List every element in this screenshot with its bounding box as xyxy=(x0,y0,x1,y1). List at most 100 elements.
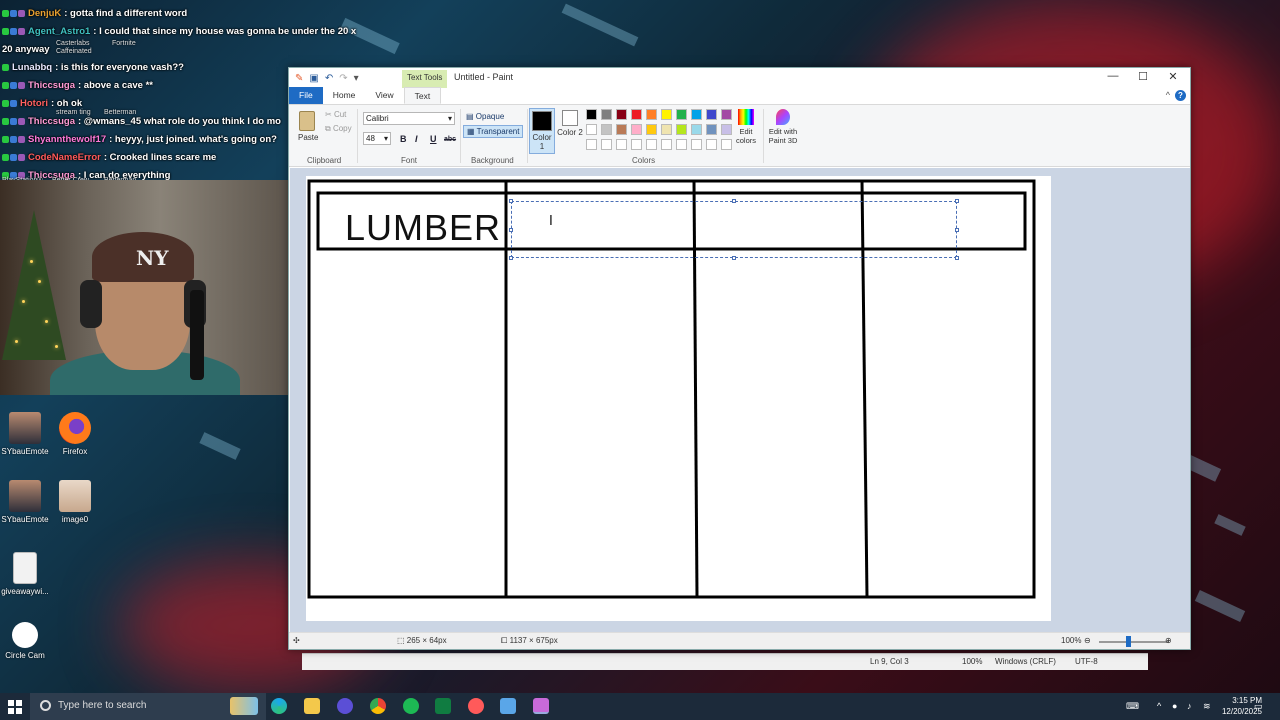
chevron-up-icon[interactable]: ^ xyxy=(1157,701,1167,711)
palette-swatch[interactable] xyxy=(706,124,717,135)
chat-username: Thiccsuga xyxy=(28,79,75,91)
palette-swatch[interactable] xyxy=(586,109,597,120)
palette-swatch[interactable] xyxy=(646,109,657,120)
desktop-icon-giveaway[interactable]: giveawaywi... xyxy=(0,552,54,596)
paint-taskbar-icon[interactable] xyxy=(533,698,549,714)
keyboard-icon[interactable]: ⌨ xyxy=(1126,701,1139,711)
opaque-option[interactable]: ▤ Opaque xyxy=(463,111,507,122)
customize-toolbar-icon[interactable]: ▾ xyxy=(354,73,359,84)
tab-file[interactable]: File xyxy=(289,87,323,104)
search-icon xyxy=(40,700,51,711)
minimize-button[interactable]: — xyxy=(1098,70,1128,86)
palette-swatch[interactable] xyxy=(601,139,612,150)
edit-colors-button[interactable]: Edit colors xyxy=(732,109,760,145)
redo-icon[interactable]: ↷ xyxy=(339,73,347,84)
palette-swatch[interactable] xyxy=(691,109,702,120)
ny-logo-icon: NY xyxy=(136,246,169,270)
chat-username: Thiccsuga xyxy=(28,169,75,181)
zoom-out-button[interactable]: ⊖ xyxy=(1084,636,1091,645)
palette-swatch[interactable] xyxy=(721,124,732,135)
cut-button[interactable]: ✂ Cut xyxy=(325,110,346,119)
close-button[interactable]: ✕ xyxy=(1158,70,1188,86)
tab-home[interactable]: Home xyxy=(323,87,366,104)
zoom-slider-thumb[interactable] xyxy=(1126,636,1131,647)
maximize-button[interactable]: ☐ xyxy=(1128,70,1158,86)
desktop-icon-firefox[interactable]: Firefox xyxy=(46,412,104,456)
color2-label: Color 2 xyxy=(557,128,583,137)
paste-icon[interactable] xyxy=(299,111,315,131)
palette-swatch[interactable] xyxy=(631,124,642,135)
palette-swatch[interactable] xyxy=(661,139,672,150)
palette-swatch[interactable] xyxy=(706,139,717,150)
palette-swatch[interactable] xyxy=(631,109,642,120)
mic-tray-icon[interactable]: ● xyxy=(1172,701,1182,711)
palette-swatch[interactable] xyxy=(721,139,732,150)
palette-swatch[interactable] xyxy=(691,139,702,150)
palette-swatch[interactable] xyxy=(676,124,687,135)
undo-icon[interactable]: ↶ xyxy=(325,73,333,84)
zoom-in-button[interactable]: ⊕ xyxy=(1165,636,1172,645)
palette-swatch[interactable] xyxy=(676,139,687,150)
tab-text[interactable]: Text xyxy=(403,87,442,104)
save-icon[interactable]: ▣ xyxy=(309,73,318,84)
desktop-icon-image0[interactable]: image0 xyxy=(46,480,104,524)
desktop-icon-label: image0 xyxy=(61,515,89,524)
help-icon[interactable]: ? xyxy=(1175,90,1186,101)
tab-view[interactable]: View xyxy=(365,87,403,104)
zoom-slider[interactable] xyxy=(1099,641,1169,643)
color2-button[interactable]: Color 2 xyxy=(557,108,583,137)
text-input-box[interactable] xyxy=(509,199,959,260)
notification-icon[interactable]: ▭ xyxy=(1254,701,1264,711)
palette-swatch[interactable] xyxy=(601,109,612,120)
drawing-canvas[interactable]: LUMBER I xyxy=(306,176,1051,621)
palette-swatch[interactable] xyxy=(691,124,702,135)
palette-swatch[interactable] xyxy=(676,109,687,120)
palette-swatch[interactable] xyxy=(646,124,657,135)
palette-swatch[interactable] xyxy=(586,124,597,135)
underline-button[interactable]: U xyxy=(430,134,437,144)
bold-button[interactable]: B xyxy=(400,134,407,144)
taskbar-search-box[interactable]: Type here to search xyxy=(30,693,266,720)
christmas-tree xyxy=(2,210,66,360)
edit-with-paint3d-button[interactable]: Edit with Paint 3D xyxy=(766,109,800,145)
palette-swatch[interactable] xyxy=(616,109,627,120)
edit-colors-label: Edit colors xyxy=(735,127,756,145)
italic-button[interactable]: I xyxy=(415,134,418,144)
desktop-icon-label: Circle Cam xyxy=(5,651,45,660)
vivaldi-icon[interactable] xyxy=(337,698,353,714)
palette-swatch[interactable] xyxy=(601,124,612,135)
palette-swatch[interactable] xyxy=(586,139,597,150)
font-size-select[interactable]: 48 ▾ xyxy=(363,132,391,145)
palette-swatch[interactable] xyxy=(661,109,672,120)
palette-swatch[interactable] xyxy=(616,139,627,150)
transparent-option[interactable]: ▦ Transparent xyxy=(463,125,524,138)
windows-start-icon[interactable] xyxy=(8,700,22,714)
palette-swatch[interactable] xyxy=(646,139,657,150)
app-icon[interactable] xyxy=(468,698,484,714)
notepad-icon[interactable] xyxy=(500,698,516,714)
xbox-icon[interactable] xyxy=(435,698,451,714)
title-bar: ✎ ▣ ↶ ↷ ▾ Text Tools Untitled - Paint — … xyxy=(289,68,1190,88)
palette-swatch[interactable] xyxy=(616,124,627,135)
desktop-icon-circle-cam[interactable]: Circle Cam xyxy=(0,622,54,660)
paste-button[interactable]: Paste xyxy=(298,133,318,142)
cursor-position: Ln 9, Col 3 xyxy=(870,657,909,666)
volume-icon[interactable]: ♪ xyxy=(1187,701,1197,711)
spotify-icon[interactable] xyxy=(403,698,419,714)
collapse-ribbon-icon[interactable]: ^ xyxy=(1166,90,1170,100)
copy-button[interactable]: ⧉ Copy xyxy=(325,124,352,134)
edge-icon[interactable] xyxy=(271,698,287,714)
palette-swatch[interactable] xyxy=(721,109,732,120)
palette-swatch[interactable] xyxy=(706,109,717,120)
chat-username: Shyannthewolf17 xyxy=(28,133,107,145)
emote-icon xyxy=(9,480,41,512)
network-icon[interactable]: ≋ xyxy=(1203,701,1213,711)
paint-window: ✎ ▣ ↶ ↷ ▾ Text Tools Untitled - Paint — … xyxy=(288,67,1191,650)
chrome-icon[interactable] xyxy=(370,698,386,714)
palette-swatch[interactable] xyxy=(631,139,642,150)
strikethrough-button[interactable]: abc xyxy=(444,136,456,143)
color1-button[interactable]: Color 1 xyxy=(529,108,555,154)
palette-swatch[interactable] xyxy=(661,124,672,135)
file-explorer-icon[interactable] xyxy=(304,698,320,714)
font-family-select[interactable]: Calibri ▾ xyxy=(363,112,455,125)
